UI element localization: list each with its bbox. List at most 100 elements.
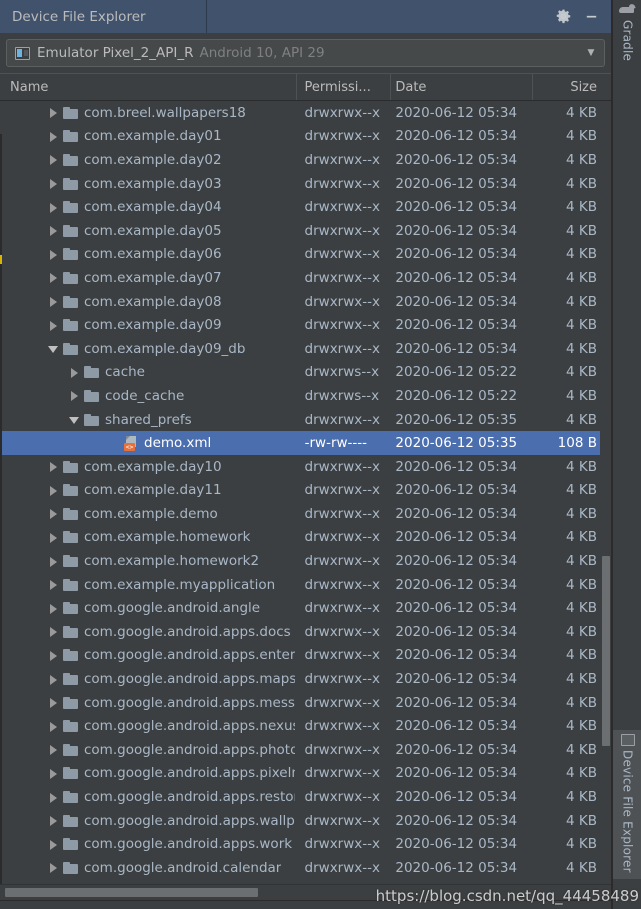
chevron-right-icon[interactable] bbox=[47, 791, 60, 804]
cell-name: com.example.day05 bbox=[0, 223, 297, 239]
tool-window-tab-device-file-explorer[interactable]: Device File Explorer bbox=[0, 0, 207, 33]
table-row[interactable]: com.example.day03 drwxrwx--x 2020-06-12 05… bbox=[0, 172, 611, 196]
folder-icon bbox=[63, 625, 78, 638]
chevron-right-icon[interactable] bbox=[47, 460, 60, 473]
chevron-right-icon[interactable] bbox=[47, 177, 60, 190]
chevron-down-icon[interactable] bbox=[47, 342, 60, 355]
device-dropdown[interactable]: Emulator Pixel_2_API_R Android 10, API 2… bbox=[6, 39, 605, 67]
table-row[interactable]: com.example.myapplication drwxrwx--x 2020-… bbox=[0, 573, 611, 597]
table-row[interactable]: com.google.android.apps.pixelmigrate drwx… bbox=[0, 762, 611, 786]
cell-permissions: drwxrwx--x bbox=[304, 718, 380, 735]
table-row[interactable]: com.example.day09_db drwxrwx--x 2020-06-12… bbox=[0, 337, 611, 361]
chevron-down-icon[interactable] bbox=[68, 413, 81, 426]
table-row[interactable]: com.example.day01 drwxrwx--x 2020-06-12 05… bbox=[0, 125, 611, 149]
column-header-date[interactable]: Date bbox=[391, 74, 534, 100]
column-header-name[interactable]: Name bbox=[0, 74, 297, 100]
table-row[interactable]: com.google.android.calendar drwxrwx--x 202… bbox=[0, 856, 611, 880]
chevron-right-icon[interactable] bbox=[47, 201, 60, 214]
chevron-right-icon[interactable] bbox=[47, 484, 60, 497]
table-row[interactable]: com.example.day08 drwxrwx--x 2020-06-12 05… bbox=[0, 290, 611, 314]
vertical-scrollbar[interactable] bbox=[600, 101, 611, 884]
table-row[interactable]: com.example.day02 drwxrwx--x 2020-06-12 05… bbox=[0, 148, 611, 172]
table-row[interactable]: com.example.day06 drwxrwx--x 2020-06-12 05… bbox=[0, 243, 611, 267]
horizontal-scrollbar-thumb[interactable] bbox=[5, 888, 258, 897]
table-row[interactable]: com.example.day10 drwxrwx--x 2020-06-12 05… bbox=[0, 455, 611, 479]
chevron-down-icon[interactable]: ▼ bbox=[582, 48, 600, 58]
cell-name: com.google.android.apps.messaging bbox=[0, 695, 297, 711]
chevron-right-icon[interactable] bbox=[47, 625, 60, 638]
minimize-button[interactable] bbox=[577, 0, 605, 33]
table-row[interactable]: com.example.day11 drwxrwx--x 2020-06-12 05… bbox=[0, 479, 611, 503]
table-row[interactable]: com.example.day07 drwxrwx--x 2020-06-12 05… bbox=[0, 266, 611, 290]
chevron-right-icon[interactable] bbox=[47, 814, 60, 827]
tool-strip-item-gradle[interactable]: Gradle bbox=[613, 0, 641, 67]
chevron-right-icon[interactable] bbox=[47, 767, 60, 780]
table-row[interactable]: code_cache drwxrws--x 2020-06-12 05:22 4 KB bbox=[0, 384, 611, 408]
file-name-label: com.google.android.apps.wallpaper bbox=[84, 812, 295, 829]
table-row[interactable]: com.google.android.apps.restore drwxrwx--… bbox=[0, 785, 611, 809]
chevron-right-icon[interactable] bbox=[47, 720, 60, 733]
chevron-right-icon[interactable] bbox=[47, 649, 60, 662]
chevron-right-icon[interactable] bbox=[47, 507, 60, 520]
table-row[interactable]: com.google.android.apps.messaging drwxrwx… bbox=[0, 691, 611, 715]
cell-permissions: drwxrwx--x bbox=[304, 836, 380, 853]
horizontal-scrollbar[interactable] bbox=[0, 884, 611, 900]
table-row[interactable]: cache drwxrws--x 2020-06-12 05:22 4 KB bbox=[0, 361, 611, 385]
cell-date: 2020-06-12 05:22 bbox=[395, 387, 518, 404]
cell-name: code_cache bbox=[0, 388, 297, 404]
table-row[interactable]: com.google.android.apps.maps drwxrwx--x 20… bbox=[0, 667, 611, 691]
tool-strip-item-device-file-explorer[interactable]: Device File Explorer bbox=[613, 730, 641, 879]
file-tree-body[interactable]: com.breel.wallpapers18 drwxrwx--x 2020-06-… bbox=[0, 101, 611, 884]
table-row[interactable]: com.google.android.apps.work drwxrwx--x 20… bbox=[0, 832, 611, 856]
table-row[interactable]: com.google.android.apps.wallpaper drwxrwx… bbox=[0, 809, 611, 833]
table-row[interactable]: com.example.demo drwxrwx--x 2020-06-12 05:… bbox=[0, 502, 611, 526]
table-row[interactable]: com.example.day05 drwxrwx--x 2020-06-12 05… bbox=[0, 219, 611, 243]
device-dropdown-label: Emulator Pixel_2_API_R Android 10, API 2… bbox=[37, 45, 582, 61]
chevron-right-icon[interactable] bbox=[47, 696, 60, 709]
table-row[interactable]: shared_prefs drwxrwx--x 2020-06-12 05:35 4 … bbox=[0, 408, 611, 432]
table-row[interactable]: com.google.android.angle drwxrwx--x 2020-0… bbox=[0, 596, 611, 620]
column-header-permissions[interactable]: Permissi... bbox=[297, 74, 392, 100]
chevron-right-icon[interactable] bbox=[47, 248, 60, 261]
chevron-right-icon[interactable] bbox=[47, 153, 60, 166]
chevron-right-icon[interactable] bbox=[47, 106, 60, 119]
table-row[interactable]: com.example.day09 drwxrwx--x 2020-06-12 05… bbox=[0, 313, 611, 337]
vertical-scrollbar-thumb[interactable] bbox=[602, 556, 610, 746]
chevron-right-icon[interactable] bbox=[47, 861, 60, 874]
table-row[interactable]: com.google.android.apps.photos drwxrwx--x… bbox=[0, 738, 611, 762]
chevron-right-icon[interactable] bbox=[47, 130, 60, 143]
chevron-right-icon[interactable] bbox=[47, 838, 60, 851]
table-row[interactable]: com.example.homework drwxrwx--x 2020-06-12… bbox=[0, 526, 611, 550]
table-row[interactable]: <> demo.xml -rw-rw---- 2020-06-12 05:35 108 … bbox=[0, 431, 611, 455]
table-row[interactable]: com.example.homework2 drwxrwx--x 2020-06-1… bbox=[0, 549, 611, 573]
table-row[interactable]: com.example.day04 drwxrwx--x 2020-06-12 05… bbox=[0, 195, 611, 219]
chevron-right-icon[interactable] bbox=[47, 531, 60, 544]
cell-date: 2020-06-12 05:34 bbox=[395, 812, 518, 829]
cell-permissions: drwxrwx--x bbox=[304, 411, 381, 428]
chevron-right-icon[interactable] bbox=[47, 295, 60, 308]
cell-permissions: drwxrwx--x bbox=[304, 741, 380, 758]
device-file-explorer-window: Device File Explorer Emulator Pixel_2_AP… bbox=[0, 0, 641, 909]
chevron-right-icon[interactable] bbox=[68, 366, 81, 379]
cell-permissions: drwxrwx--x bbox=[304, 128, 380, 145]
table-row[interactable]: com.google.android.apps.nexuslauncher drw… bbox=[0, 714, 611, 738]
cell-permissions: drwxrwx--x bbox=[304, 246, 380, 263]
table-row[interactable]: com.google.android.apps.docs drwxrwx--x 20… bbox=[0, 620, 611, 644]
minimize-icon bbox=[586, 15, 596, 18]
chevron-right-icon[interactable] bbox=[47, 578, 60, 591]
chevron-right-icon[interactable] bbox=[47, 224, 60, 237]
chevron-right-icon[interactable] bbox=[47, 271, 60, 284]
chevron-right-icon[interactable] bbox=[47, 743, 60, 756]
footer-strip bbox=[0, 900, 611, 909]
chevron-right-icon[interactable] bbox=[47, 555, 60, 568]
chevron-right-icon[interactable] bbox=[47, 602, 60, 615]
table-row[interactable]: com.breel.wallpapers18 drwxrwx--x 2020-06-… bbox=[0, 101, 611, 125]
chevron-right-icon[interactable] bbox=[68, 389, 81, 402]
chevron-right-icon[interactable] bbox=[47, 319, 60, 332]
table-row[interactable]: com.google.android.apps.enterprise drwxrw… bbox=[0, 644, 611, 668]
column-header-size[interactable]: Size bbox=[533, 74, 611, 100]
chevron-right-icon[interactable] bbox=[47, 673, 60, 686]
gradle-elephant-icon bbox=[619, 4, 636, 16]
cell-name: com.example.day11 bbox=[0, 482, 297, 498]
settings-button[interactable] bbox=[549, 0, 577, 33]
